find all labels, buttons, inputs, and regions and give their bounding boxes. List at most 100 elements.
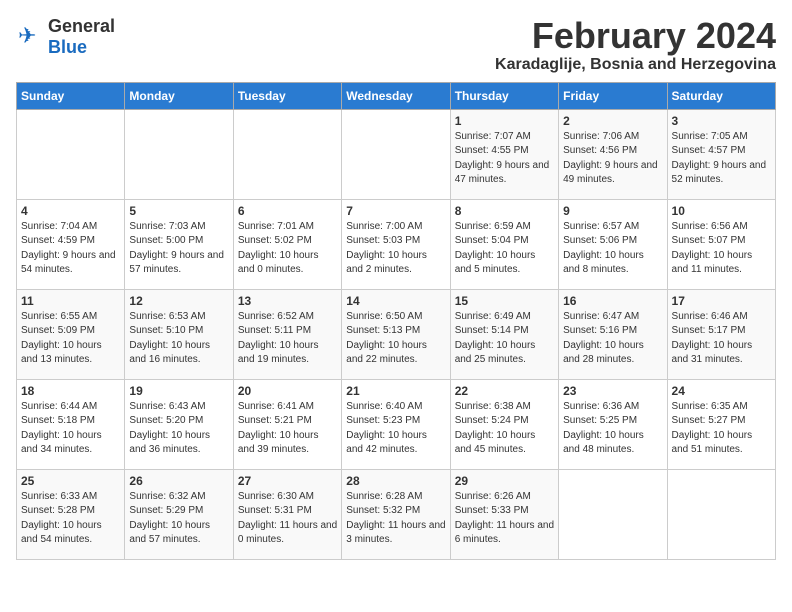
day-header-monday: Monday [125, 82, 233, 109]
calendar-cell: 24 Sunrise: 6:35 AMSunset: 5:27 PMDayligh… [667, 379, 775, 469]
day-info: Sunrise: 6:41 AMSunset: 5:21 PMDaylight:… [238, 400, 337, 458]
day-number: 6 [238, 204, 337, 218]
day-info: Sunrise: 7:01 AMSunset: 5:02 PMDaylight:… [238, 220, 337, 278]
day-number: 19 [129, 384, 228, 398]
title-area: February 2024 Karadaglije, Bosnia and He… [495, 16, 776, 74]
logo-icon: ✈ [16, 23, 44, 51]
calendar-cell: 18 Sunrise: 6:44 AMSunset: 5:18 PMDayligh… [17, 379, 125, 469]
calendar-week-row: 4Sunrise: 7:04 AMSunset: 4:59 PMDaylight… [17, 199, 776, 289]
calendar-cell: 26Sunrise: 6:32 AMSunset: 5:29 PMDayligh… [125, 469, 233, 559]
calendar-cell: 16 Sunrise: 6:47 AMSunset: 5:16 PMDayligh… [559, 289, 667, 379]
day-number: 29 [455, 474, 554, 488]
day-number: 2 [563, 114, 662, 128]
calendar-cell: 28 Sunrise: 6:28 AMSunset: 5:32 PMDayligh… [342, 469, 450, 559]
day-number: 24 [672, 384, 771, 398]
calendar-cell: 20Sunrise: 6:41 AMSunset: 5:21 PMDayligh… [233, 379, 341, 469]
day-number: 23 [563, 384, 662, 398]
calendar-cell: 21 Sunrise: 6:40 AMSunset: 5:23 PMDayligh… [342, 379, 450, 469]
day-header-friday: Friday [559, 82, 667, 109]
calendar-cell: 14 Sunrise: 6:50 AMSunset: 5:13 PMDayligh… [342, 289, 450, 379]
calendar-cell: 19 Sunrise: 6:43 AMSunset: 5:20 PMDayligh… [125, 379, 233, 469]
calendar-cell: 5Sunrise: 7:03 AMSunset: 5:00 PMDaylight… [125, 199, 233, 289]
day-info: Sunrise: 6:28 AMSunset: 5:32 PMDaylight:… [346, 490, 445, 548]
calendar-cell [17, 109, 125, 199]
day-number: 10 [672, 204, 771, 218]
day-number: 4 [21, 204, 120, 218]
calendar-cell: 10 Sunrise: 6:56 AMSunset: 5:07 PMDayligh… [667, 199, 775, 289]
day-header-thursday: Thursday [450, 82, 558, 109]
header: ✈ General Blue February 2024 Karadaglije… [16, 16, 776, 74]
month-title: February 2024 [495, 16, 776, 56]
day-info: Sunrise: 6:26 AMSunset: 5:33 PMDaylight:… [455, 490, 554, 548]
day-number: 26 [129, 474, 228, 488]
day-header-wednesday: Wednesday [342, 82, 450, 109]
day-number: 28 [346, 474, 445, 488]
calendar-cell: 7Sunrise: 7:00 AMSunset: 5:03 PMDaylight… [342, 199, 450, 289]
calendar-header-row: SundayMondayTuesdayWednesdayThursdayFrid… [17, 82, 776, 109]
logo-blue: Blue [48, 37, 87, 57]
day-info: Sunrise: 6:50 AMSunset: 5:13 PMDaylight:… [346, 310, 445, 368]
day-info: Sunrise: 6:59 AMSunset: 5:04 PMDaylight:… [455, 220, 554, 278]
calendar-table: SundayMondayTuesdayWednesdayThursdayFrid… [16, 82, 776, 560]
day-info: Sunrise: 6:33 AMSunset: 5:28 PMDaylight:… [21, 490, 120, 548]
day-info: Sunrise: 6:40 AMSunset: 5:23 PMDaylight:… [346, 400, 445, 458]
day-info: Sunrise: 7:05 AMSunset: 4:57 PMDaylight:… [672, 130, 771, 188]
calendar-cell: 23 Sunrise: 6:36 AMSunset: 5:25 PMDayligh… [559, 379, 667, 469]
day-number: 16 [563, 294, 662, 308]
calendar-cell: 29 Sunrise: 6:26 AMSunset: 5:33 PMDayligh… [450, 469, 558, 559]
day-header-saturday: Saturday [667, 82, 775, 109]
calendar-cell: 8 Sunrise: 6:59 AMSunset: 5:04 PMDaylight… [450, 199, 558, 289]
day-info: Sunrise: 6:52 AMSunset: 5:11 PMDaylight:… [238, 310, 337, 368]
day-info: Sunrise: 6:38 AMSunset: 5:24 PMDaylight:… [455, 400, 554, 458]
day-number: 8 [455, 204, 554, 218]
day-info: Sunrise: 6:56 AMSunset: 5:07 PMDaylight:… [672, 220, 771, 278]
logo: ✈ General Blue [16, 16, 115, 58]
calendar-body: 1 Sunrise: 7:07 AMSunset: 4:55 PMDaylight… [17, 109, 776, 559]
day-header-tuesday: Tuesday [233, 82, 341, 109]
day-info: Sunrise: 6:43 AMSunset: 5:20 PMDaylight:… [129, 400, 228, 458]
day-info: Sunrise: 6:44 AMSunset: 5:18 PMDaylight:… [21, 400, 120, 458]
day-info: Sunrise: 6:55 AMSunset: 5:09 PMDaylight:… [21, 310, 120, 368]
logo-general: General [48, 16, 115, 36]
day-info: Sunrise: 7:06 AMSunset: 4:56 PMDaylight:… [563, 130, 662, 188]
day-info: Sunrise: 7:00 AMSunset: 5:03 PMDaylight:… [346, 220, 445, 278]
calendar-cell: 3 Sunrise: 7:05 AMSunset: 4:57 PMDaylight… [667, 109, 775, 199]
calendar-cell: 12 Sunrise: 6:53 AMSunset: 5:10 PMDayligh… [125, 289, 233, 379]
svg-text:✈: ✈ [18, 23, 36, 48]
calendar-cell: 1 Sunrise: 7:07 AMSunset: 4:55 PMDaylight… [450, 109, 558, 199]
calendar-cell: 17Sunrise: 6:46 AMSunset: 5:17 PMDayligh… [667, 289, 775, 379]
calendar-cell: 9 Sunrise: 6:57 AMSunset: 5:06 PMDaylight… [559, 199, 667, 289]
day-info: Sunrise: 6:46 AMSunset: 5:17 PMDaylight:… [672, 310, 771, 368]
calendar-cell: 11Sunrise: 6:55 AMSunset: 5:09 PMDayligh… [17, 289, 125, 379]
day-info: Sunrise: 6:36 AMSunset: 5:25 PMDaylight:… [563, 400, 662, 458]
day-info: Sunrise: 7:03 AMSunset: 5:00 PMDaylight:… [129, 220, 228, 278]
day-info: Sunrise: 6:57 AMSunset: 5:06 PMDaylight:… [563, 220, 662, 278]
day-number: 25 [21, 474, 120, 488]
location-title: Karadaglije, Bosnia and Herzegovina [495, 56, 776, 74]
calendar-cell: 27Sunrise: 6:30 AMSunset: 5:31 PMDayligh… [233, 469, 341, 559]
day-number: 21 [346, 384, 445, 398]
calendar-cell: 22Sunrise: 6:38 AMSunset: 5:24 PMDayligh… [450, 379, 558, 469]
day-info: Sunrise: 6:35 AMSunset: 5:27 PMDaylight:… [672, 400, 771, 458]
day-number: 14 [346, 294, 445, 308]
calendar-cell: 25 Sunrise: 6:33 AMSunset: 5:28 PMDayligh… [17, 469, 125, 559]
calendar-week-row: 11Sunrise: 6:55 AMSunset: 5:09 PMDayligh… [17, 289, 776, 379]
day-header-sunday: Sunday [17, 82, 125, 109]
calendar-cell: 4Sunrise: 7:04 AMSunset: 4:59 PMDaylight… [17, 199, 125, 289]
day-number: 18 [21, 384, 120, 398]
calendar-cell [342, 109, 450, 199]
day-number: 12 [129, 294, 228, 308]
calendar-week-row: 18 Sunrise: 6:44 AMSunset: 5:18 PMDayligh… [17, 379, 776, 469]
day-number: 3 [672, 114, 771, 128]
day-info: Sunrise: 7:07 AMSunset: 4:55 PMDaylight:… [455, 130, 554, 188]
calendar-cell [667, 469, 775, 559]
day-info: Sunrise: 6:53 AMSunset: 5:10 PMDaylight:… [129, 310, 228, 368]
day-info: Sunrise: 6:47 AMSunset: 5:16 PMDaylight:… [563, 310, 662, 368]
calendar-week-row: 1 Sunrise: 7:07 AMSunset: 4:55 PMDaylight… [17, 109, 776, 199]
calendar-cell: 2 Sunrise: 7:06 AMSunset: 4:56 PMDaylight… [559, 109, 667, 199]
day-number: 15 [455, 294, 554, 308]
day-number: 13 [238, 294, 337, 308]
day-number: 9 [563, 204, 662, 218]
day-number: 1 [455, 114, 554, 128]
calendar-cell: 15Sunrise: 6:49 AMSunset: 5:14 PMDayligh… [450, 289, 558, 379]
